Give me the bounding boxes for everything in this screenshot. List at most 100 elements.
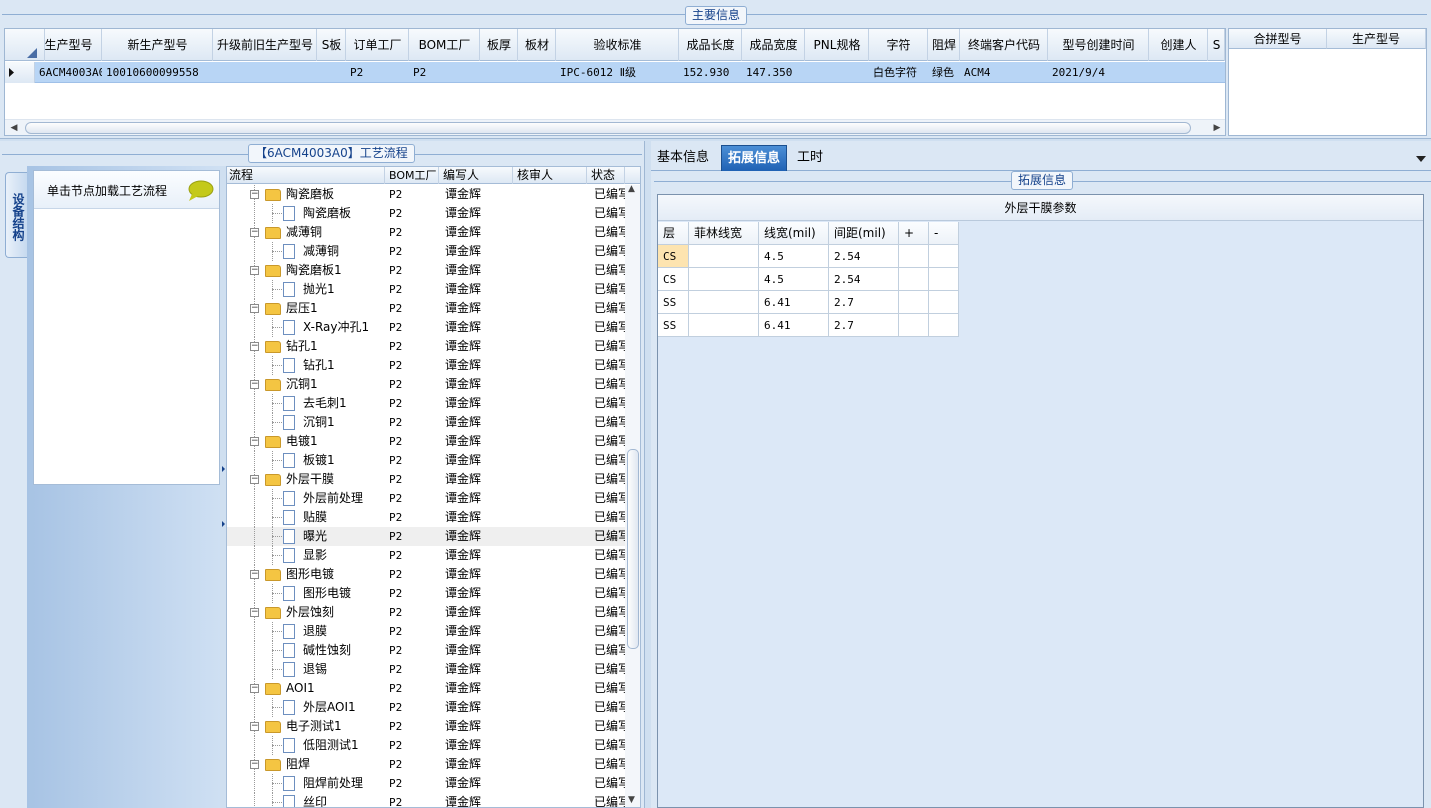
tab-basic-info[interactable]: 基本信息	[651, 145, 715, 171]
tree-node[interactable]: − 阻焊	[227, 755, 383, 774]
param-cell[interactable]: 4.5	[759, 245, 829, 268]
tree-row[interactable]: − 层压1 P2 谭金辉 已编写	[227, 299, 625, 318]
tab-extended-info[interactable]: 拓展信息	[721, 145, 788, 171]
collapse-toggle-icon[interactable]: −	[250, 475, 259, 484]
tree-row[interactable]: − 图形电镀 P2 谭金辉 已编写	[227, 565, 625, 584]
param-cell[interactable]: CS	[658, 268, 689, 291]
table-cell[interactable]	[1150, 62, 1208, 83]
column-header[interactable]: S板	[318, 29, 346, 61]
collapse-toggle-icon[interactable]: −	[250, 380, 259, 389]
tree-node[interactable]: − AOI1	[227, 679, 383, 698]
column-header[interactable]: 阻焊	[929, 29, 960, 61]
param-cell[interactable]: SS	[658, 314, 689, 337]
tree-row[interactable]: − 陶瓷磨板1 P2 谭金辉 已编写	[227, 261, 625, 280]
param-cell[interactable]: SS	[658, 291, 689, 314]
param-cell[interactable]	[689, 268, 759, 291]
scroll-down-arrow-icon[interactable]: ▼	[628, 795, 635, 805]
param-cell[interactable]: 6.41	[759, 314, 829, 337]
tree-node[interactable]: 外层前处理	[227, 489, 383, 508]
tree-node[interactable]: 板镀1	[227, 451, 383, 470]
table-cell[interactable]: 白色字符	[870, 62, 928, 83]
param-cell[interactable]	[689, 291, 759, 314]
param-cell[interactable]	[899, 245, 929, 268]
column-header-writer[interactable]: 编写人	[439, 167, 513, 184]
dropdown-arrow-icon[interactable]	[1415, 154, 1427, 164]
table-cell[interactable]: 10010600099558	[103, 62, 213, 83]
tree-row[interactable]: − 阻焊 P2 谭金辉 已编写	[227, 755, 625, 774]
table-cell[interactable]: 152.930	[680, 62, 742, 83]
remove-column-button[interactable]: -	[929, 222, 959, 245]
scroll-right-arrow-icon[interactable]: ▶	[1211, 122, 1223, 134]
tree-scroll-thumb[interactable]	[627, 449, 639, 649]
horizontal-scrollbar[interactable]: ◀ ▶	[5, 119, 1225, 135]
tree-node[interactable]: 显影	[227, 546, 383, 565]
tree-row[interactable]: 低阻测试1 P2 谭金辉 已编写	[227, 736, 625, 755]
table-cell[interactable]: 147.350	[743, 62, 805, 83]
tree-node[interactable]: − 外层干膜	[227, 470, 383, 489]
table-cell[interactable]: 6ACM4003A0	[36, 62, 102, 83]
tree-row[interactable]: − 外层蚀刻 P2 谭金辉 已编写	[227, 603, 625, 622]
tree-node[interactable]: 贴膜	[227, 508, 383, 527]
tab-device-structure[interactable]: 设备结构	[5, 172, 27, 258]
tree-node[interactable]: − 外层蚀刻	[227, 603, 383, 622]
tree-row[interactable]: − 沉铜1 P2 谭金辉 已编写	[227, 375, 625, 394]
column-header[interactable]: 新生产型号	[103, 29, 213, 61]
tree-row[interactable]: − 电镀1 P2 谭金辉 已编写	[227, 432, 625, 451]
tree-node[interactable]: 钻孔1	[227, 356, 383, 375]
tree-node[interactable]: 陶瓷磨板	[227, 204, 383, 223]
param-cell[interactable]	[899, 268, 929, 291]
table-row[interactable]: 6ACM4003A0 10010600099558 P2 P2 IPC-6012 Ⅱ级 1…	[5, 62, 1225, 83]
param-cell[interactable]	[899, 291, 929, 314]
scroll-up-arrow-icon[interactable]: ▲	[628, 184, 635, 194]
param-cell[interactable]	[929, 268, 959, 291]
tree-node[interactable]: 碱性蚀刻	[227, 641, 383, 660]
tree-row[interactable]: − 减薄铜 P2 谭金辉 已编写	[227, 223, 625, 242]
column-header[interactable]: 成品长度	[680, 29, 742, 61]
param-cell[interactable]: 4.5	[759, 268, 829, 291]
table-cell[interactable]: IPC-6012 Ⅱ级	[557, 62, 679, 83]
merge-grid[interactable]: 合拼型号 生产型号	[1228, 28, 1427, 136]
tree-row[interactable]: 曝光 P2 谭金辉 已编写	[227, 527, 625, 546]
tree-row[interactable]: − 电子测试1 P2 谭金辉 已编写	[227, 717, 625, 736]
tree-row[interactable]: 钻孔1 P2 谭金辉 已编写	[227, 356, 625, 375]
tree-node[interactable]: − 层压1	[227, 299, 383, 318]
tree-row[interactable]: 贴膜 P2 谭金辉 已编写	[227, 508, 625, 527]
tree-node[interactable]: 图形电镀	[227, 584, 383, 603]
param-cell[interactable]	[929, 291, 959, 314]
tree-node[interactable]: 丝印	[227, 793, 383, 807]
param-cell[interactable]	[929, 314, 959, 337]
collapse-toggle-icon[interactable]: −	[250, 304, 259, 313]
dryfilm-param-table[interactable]: 外层干膜参数 层菲林线宽 线宽(mil) 间距(mil) + - CS 4.5 2.54 CS 4…	[657, 194, 1424, 808]
tree-row[interactable]: 退锡 P2 谭金辉 已编写	[227, 660, 625, 679]
main-info-grid[interactable]: 生产型号 新生产型号 升级前旧生产型号 S板 订单工厂 BOM工厂 板厚 板材 验收标准 成品长度…	[4, 28, 1226, 136]
tree-row[interactable]: 碱性蚀刻 P2 谭金辉 已编写	[227, 641, 625, 660]
table-cell[interactable]	[1209, 62, 1225, 83]
param-cell[interactable]: 6.41	[759, 291, 829, 314]
column-header[interactable]: 终端客户代码	[961, 29, 1048, 61]
collapse-toggle-icon[interactable]: −	[250, 190, 259, 199]
add-column-button[interactable]: +	[899, 222, 929, 245]
merge-column-header[interactable]: 合拼型号	[1229, 29, 1327, 49]
tree-node[interactable]: 抛光1	[227, 280, 383, 299]
collapse-toggle-icon[interactable]: −	[250, 722, 259, 731]
table-cell[interactable]	[806, 62, 869, 83]
tree-node[interactable]: 沉铜1	[227, 413, 383, 432]
tree-node[interactable]: 外层AOI1	[227, 698, 383, 717]
column-header[interactable]: 创建人	[1150, 29, 1208, 61]
tree-row[interactable]: 沉铜1 P2 谭金辉 已编写	[227, 413, 625, 432]
tree-row[interactable]: 阻焊前处理 P2 谭金辉 已编写	[227, 774, 625, 793]
column-header[interactable]: 字符	[870, 29, 928, 61]
tree-node[interactable]: − 钻孔1	[227, 337, 383, 356]
tree-row[interactable]: 陶瓷磨板 P2 谭金辉 已编写	[227, 204, 625, 223]
tree-node[interactable]: 去毛刺1	[227, 394, 383, 413]
flow-tree[interactable]: 流程 BOM工厂 编写人 核审人 状态 −陶瓷磨板P2谭金辉已编写陶瓷磨板P2谭…	[226, 166, 641, 808]
table-cell[interactable]: 绿色	[929, 62, 960, 83]
tree-row[interactable]: − 陶瓷磨板 P2 谭金辉 已编写	[227, 185, 625, 204]
table-cell[interactable]	[481, 62, 518, 83]
scroll-left-arrow-icon[interactable]: ◀	[8, 122, 20, 134]
tree-node[interactable]: − 沉铜1	[227, 375, 383, 394]
tree-row[interactable]: 图形电镀 P2 谭金辉 已编写	[227, 584, 625, 603]
tree-vertical-scrollbar[interactable]: ▲ ▼	[625, 184, 640, 807]
tree-row[interactable]: − 外层干膜 P2 谭金辉 已编写	[227, 470, 625, 489]
tree-row[interactable]: 退膜 P2 谭金辉 已编写	[227, 622, 625, 641]
